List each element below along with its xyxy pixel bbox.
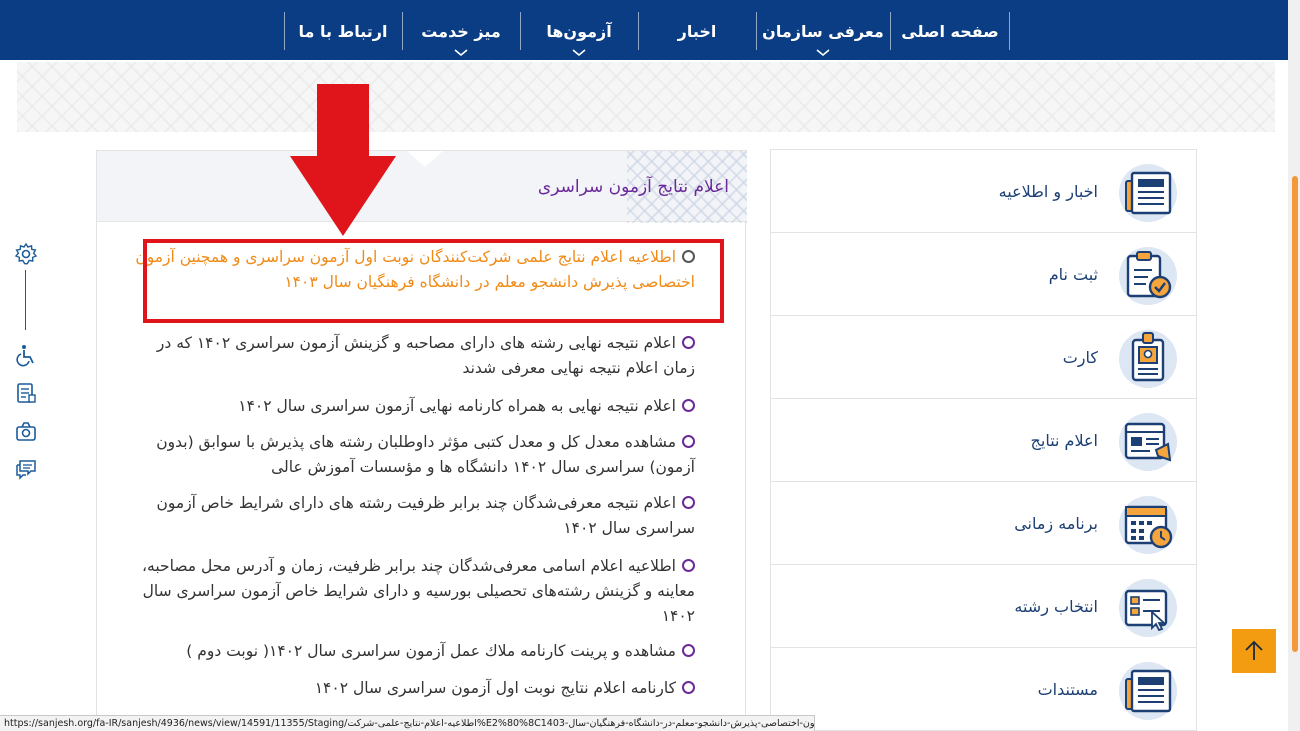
gear-icon[interactable] — [14, 242, 38, 266]
bullet-icon — [682, 435, 695, 448]
nav-separator — [756, 12, 757, 50]
news-item-text[interactable]: اطلاعیه اعلام اسامی معرفی‌شدگان چند براب… — [142, 557, 695, 625]
news-item[interactable]: اعلام نتیجه نهایی رشته های دارای مصاحبه … — [135, 331, 695, 381]
nav-separator — [1009, 12, 1010, 50]
nav-item-label: میز خدمت — [421, 21, 501, 41]
nav-separator — [520, 12, 521, 50]
wheelchair-icon[interactable] — [14, 343, 38, 367]
chevron-down-icon — [572, 49, 586, 56]
red-arrow-icon — [290, 84, 396, 236]
document-icon — [1119, 662, 1177, 720]
highlight-box — [143, 239, 724, 323]
quick-link-card[interactable]: کارت — [771, 316, 1196, 399]
news-item[interactable]: مشاهده معدل کل و معدل کتبی مؤثر داوطلبان… — [135, 430, 695, 480]
top-navigation: ارتباط با ما میز خدمت آزمون‌ها اخبار معر… — [0, 0, 1288, 60]
announcement-icon — [1119, 413, 1177, 471]
bullet-icon — [682, 681, 695, 694]
news-panel: اعلام نتایج آزمون سراسری اطلاعیه اعلام ن… — [96, 150, 747, 731]
quick-link-label: ثبت نام — [1048, 265, 1098, 284]
nav-item-news[interactable]: اخبار — [644, 12, 750, 50]
chevron-down-icon — [816, 49, 830, 56]
camera-icon[interactable] — [14, 419, 38, 443]
status-bar-url: https://sanjesh.org/fa-IR/sanjesh/4936/n… — [0, 715, 815, 731]
toolbar-divider — [25, 270, 26, 330]
news-panel-title: اعلام نتایج آزمون سراسری — [537, 177, 729, 197]
newspaper-icon — [1119, 164, 1177, 222]
bullet-icon — [682, 496, 695, 509]
news-item-text[interactable]: اعلام نتیجه نهایی به همراه کارنامه نهایی… — [238, 397, 676, 415]
chevron-down-icon — [454, 49, 468, 56]
nav-separator — [284, 12, 285, 50]
news-item[interactable]: مشاهده و پرینت کارنامه ملاك عمل آزمون سر… — [135, 639, 695, 664]
quick-link-registration[interactable]: ثبت نام — [771, 233, 1196, 316]
clipboard-check-icon — [1119, 247, 1177, 305]
news-item[interactable]: اطلاعیه اعلام اسامی معرفی‌شدگان چند براب… — [135, 554, 695, 629]
news-item[interactable]: اعلام نتیجه نهایی به همراه کارنامه نهایی… — [135, 394, 695, 419]
bullet-icon — [682, 559, 695, 572]
news-item-text[interactable]: اعلام نتیجه معرفی‌شدگان چند برابر ظرفیت … — [157, 494, 696, 537]
back-to-top-button[interactable] — [1232, 629, 1276, 673]
nav-item-home[interactable]: صفحه اصلی — [896, 12, 1004, 50]
quick-link-label: کارت — [1062, 348, 1098, 367]
nav-item-label: صفحه اصلی — [901, 21, 999, 41]
form-icon[interactable] — [14, 381, 38, 405]
news-item-text[interactable]: مشاهده و پرینت کارنامه ملاك عمل آزمون سر… — [186, 642, 676, 660]
quick-link-label: مستندات — [1037, 680, 1098, 699]
header-banner — [17, 62, 1275, 132]
nav-item-about[interactable]: معرفی سازمان — [762, 12, 884, 56]
nav-item-service-desk[interactable]: میز خدمت — [408, 12, 514, 56]
nav-item-label: ارتباط با ما — [298, 21, 388, 41]
quick-link-label: برنامه زمانی — [1014, 514, 1098, 533]
quick-link-label: اخبار و اطلاعیه — [998, 182, 1098, 201]
quick-link-field-selection[interactable]: انتخاب رشته — [771, 565, 1196, 648]
quick-link-label: انتخاب رشته — [1014, 597, 1098, 616]
nav-item-label: آزمون‌ها — [546, 21, 612, 41]
quick-link-documents[interactable]: مستندات — [771, 648, 1196, 731]
nav-separator — [890, 12, 891, 50]
news-item-text[interactable]: کارنامه اعلام نتایج نوبت اول آزمون سراسر… — [315, 679, 676, 697]
quick-link-label: اعلام نتایج — [1030, 431, 1098, 450]
selection-form-icon — [1119, 579, 1177, 637]
quick-link-news[interactable]: اخبار و اطلاعیه — [771, 150, 1196, 233]
nav-item-label: اخبار — [677, 21, 717, 41]
news-item[interactable]: اعلام نتیجه معرفی‌شدگان چند برابر ظرفیت … — [135, 491, 695, 541]
nav-separator — [402, 12, 403, 50]
quick-access-menu: اخبار و اطلاعیه ثبت نام کارت اعلام نتایج… — [770, 149, 1197, 731]
calendar-clock-icon — [1119, 496, 1177, 554]
quick-link-results[interactable]: اعلام نتایج — [771, 399, 1196, 482]
news-item[interactable]: کارنامه اعلام نتایج نوبت اول آزمون سراسر… — [135, 676, 695, 701]
header-notch — [407, 151, 443, 167]
nav-separator — [638, 12, 639, 50]
id-card-icon — [1119, 330, 1177, 388]
chat-icon[interactable] — [14, 457, 38, 481]
quick-link-schedule[interactable]: برنامه زمانی — [771, 482, 1196, 565]
bullet-icon — [682, 644, 695, 657]
news-item-text[interactable]: مشاهده معدل کل و معدل کتبی مؤثر داوطلبان… — [156, 433, 695, 476]
bullet-icon — [682, 399, 695, 412]
nav-item-exams[interactable]: آزمون‌ها — [526, 12, 632, 56]
news-item-text[interactable]: اعلام نتیجه نهایی رشته های دارای مصاحبه … — [157, 334, 695, 377]
nav-item-label: معرفی سازمان — [762, 21, 884, 41]
bullet-icon — [682, 336, 695, 349]
news-panel-header: اعلام نتایج آزمون سراسری — [97, 150, 747, 223]
scrollbar-thumb[interactable] — [1292, 176, 1298, 652]
arrow-up-icon — [1245, 640, 1263, 660]
nav-item-contact[interactable]: ارتباط با ما — [290, 12, 396, 50]
